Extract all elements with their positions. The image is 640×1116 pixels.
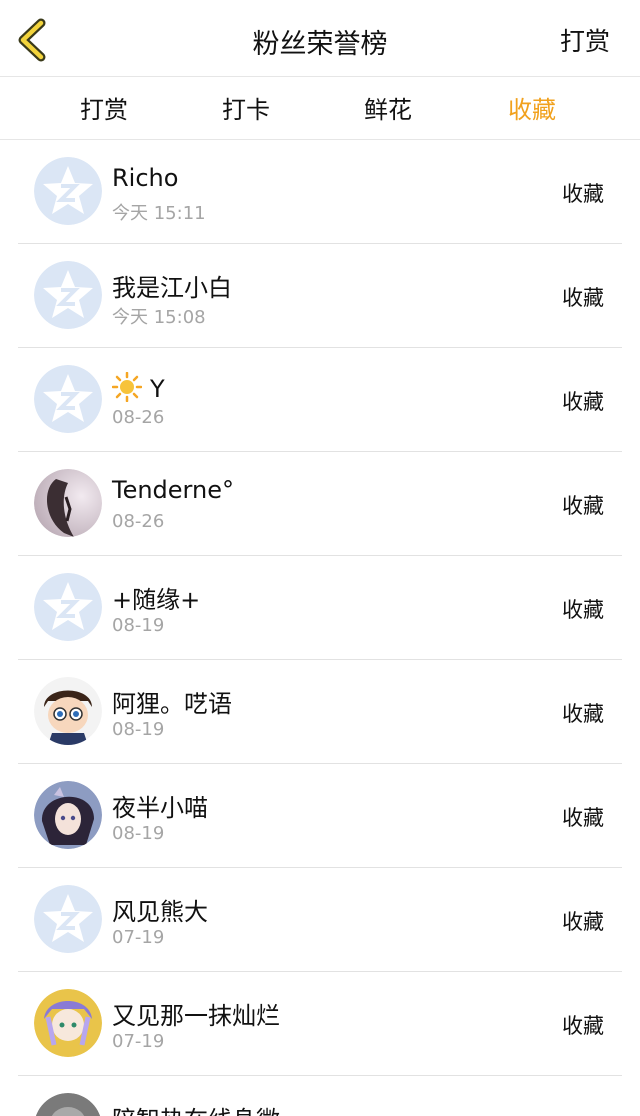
- list-item[interactable]: Y 08-26 收藏: [18, 348, 622, 452]
- tab-flowers[interactable]: 鲜花: [364, 90, 412, 125]
- tab-checkin[interactable]: 打卡: [222, 90, 270, 125]
- fan-time: 08-26: [112, 511, 165, 532]
- default-star-avatar: [34, 261, 102, 329]
- default-star-avatar: [34, 885, 102, 953]
- favorite-label: 收藏: [562, 910, 604, 934]
- cartoon-boy-avatar: [34, 677, 102, 745]
- default-star-avatar: [34, 157, 102, 225]
- fan-name: 风见熊大: [112, 898, 208, 926]
- photo-avatar: [34, 469, 102, 537]
- fan-time: 08-19: [112, 823, 165, 844]
- favorite-label: 收藏: [562, 1014, 604, 1038]
- anime-girl-avatar: [34, 781, 102, 849]
- fan-name: 陪智热在线身微: [112, 1100, 280, 1116]
- fan-time: 08-19: [112, 615, 165, 636]
- sun-icon: [111, 371, 143, 403]
- fan-name: 夜半小喵: [112, 794, 208, 822]
- list-item[interactable]: 陪智热在线身微: [18, 1076, 622, 1116]
- favorite-label: 收藏: [562, 494, 604, 518]
- favorite-label: 收藏: [562, 286, 604, 310]
- fan-name-text: Y: [150, 375, 165, 403]
- list-item[interactable]: 又见那一抹灿烂 07-19 收藏: [18, 972, 622, 1076]
- fan-time: 今天 15:08: [112, 307, 206, 328]
- list-item[interactable]: 夜半小喵 08-19 收藏: [18, 764, 622, 868]
- photo-avatar: [35, 1093, 101, 1116]
- favorite-label: 收藏: [562, 806, 604, 830]
- favorite-label: 收藏: [562, 702, 604, 726]
- tab-reward[interactable]: 打赏: [80, 90, 128, 125]
- favorite-label: 收藏: [562, 182, 604, 206]
- list-item[interactable]: 风见熊大 07-19 收藏: [18, 868, 622, 972]
- list-item[interactable]: 我是江小白 今天 15:08 收藏: [18, 244, 622, 348]
- list-item[interactable]: 阿狸。呓语 08-19 收藏: [18, 660, 622, 764]
- anime-character-avatar: [34, 989, 102, 1057]
- default-star-avatar: [34, 573, 102, 641]
- fan-name: Y: [111, 371, 165, 403]
- list-item[interactable]: Tenderne° 08-26 收藏: [18, 452, 622, 556]
- fan-name: +随缘+: [112, 586, 201, 614]
- favorite-label: 收藏: [562, 390, 604, 414]
- fan-time: 08-26: [112, 407, 165, 428]
- fan-time: 08-19: [112, 719, 165, 740]
- page-title: 粉丝荣誉榜: [252, 29, 388, 60]
- nav-bar: 粉丝荣誉榜 打赏: [0, 0, 640, 77]
- fan-time: 07-19: [112, 1031, 165, 1052]
- list-item[interactable]: +随缘+ 08-19 收藏: [18, 556, 622, 660]
- favorite-label: 收藏: [562, 598, 604, 622]
- fan-time: 07-19: [112, 927, 165, 948]
- fan-name: 阿狸。呓语: [112, 690, 232, 718]
- list-item[interactable]: Richo 今天 15:11 收藏: [18, 140, 622, 244]
- fan-name: Tenderne°: [112, 476, 234, 504]
- fan-list: Richo 今天 15:11 收藏 我是江小白 今天 15:08 收藏 Y 08…: [0, 140, 640, 1116]
- reward-button[interactable]: 打赏: [560, 22, 610, 58]
- fan-name: 又见那一抹灿烂: [112, 1002, 280, 1030]
- tab-favorites[interactable]: 收藏: [508, 90, 556, 125]
- fan-name: 我是江小白: [112, 274, 232, 302]
- fan-time: 今天 15:11: [112, 203, 206, 224]
- default-star-avatar: [34, 365, 102, 433]
- fan-name: Richo: [112, 164, 179, 192]
